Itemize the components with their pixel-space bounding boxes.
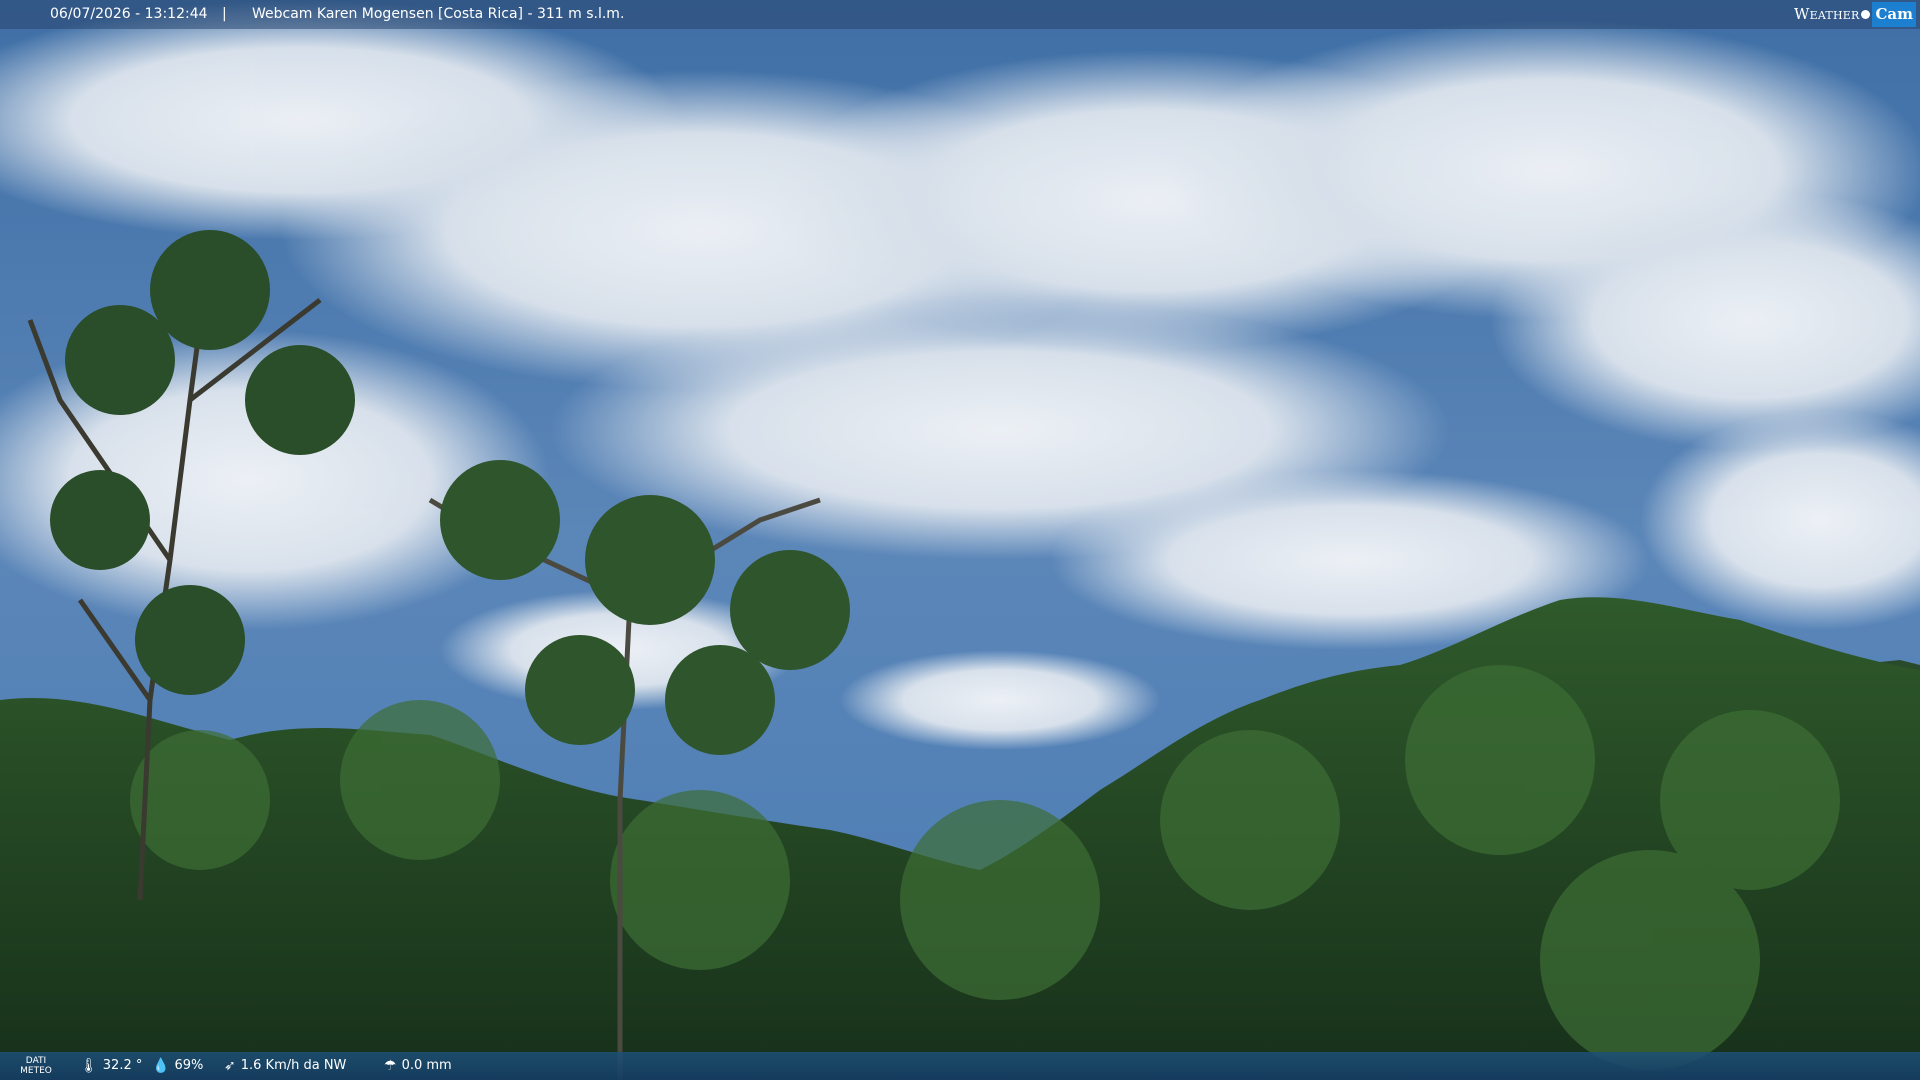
webcam-title: Webcam Karen Mogensen [Costa Rica] - 311… xyxy=(252,6,625,22)
rain-readout: ☂ 0.0 mm xyxy=(384,1052,452,1080)
webcam-scene xyxy=(0,0,1920,1080)
temperature-readout: 🌡 32.2 ° xyxy=(80,1052,142,1080)
weathercam-logo[interactable]: Weather Cam xyxy=(1794,2,1916,27)
dati-meteo-label: DATI METEO xyxy=(20,1056,52,1076)
info-bar-top: 06/07/2026 - 13:12:44 | Webcam Karen Mog… xyxy=(0,0,1920,29)
wind-value: 1.6 Km/h da NW xyxy=(240,1058,347,1073)
thermometer-icon: 🌡 xyxy=(80,1058,98,1074)
humidity-drop-icon: 💧 xyxy=(152,1058,170,1074)
wind-readout: ➶ 1.6 Km/h da NW xyxy=(224,1052,346,1080)
humidity-value: 69% xyxy=(174,1058,204,1073)
wind-arrow-icon: ➶ xyxy=(224,1058,236,1074)
logo-cam-text: Cam xyxy=(1872,2,1916,27)
umbrella-icon: ☂ xyxy=(384,1058,397,1074)
rain-value: 0.0 mm xyxy=(401,1058,452,1073)
temperature-value: 32.2 ° xyxy=(102,1058,143,1073)
logo-dot-icon xyxy=(1861,10,1871,19)
timestamp: 06/07/2026 - 13:12:44 xyxy=(50,6,208,22)
logo-weather-text: Weather xyxy=(1794,5,1860,23)
weather-data-bar: DATI METEO 🌡 32.2 ° 💧 69% ➶ 1.6 Km/h da … xyxy=(0,1052,1920,1080)
humidity-readout: 💧 69% xyxy=(152,1052,203,1080)
separator: | xyxy=(222,6,227,22)
